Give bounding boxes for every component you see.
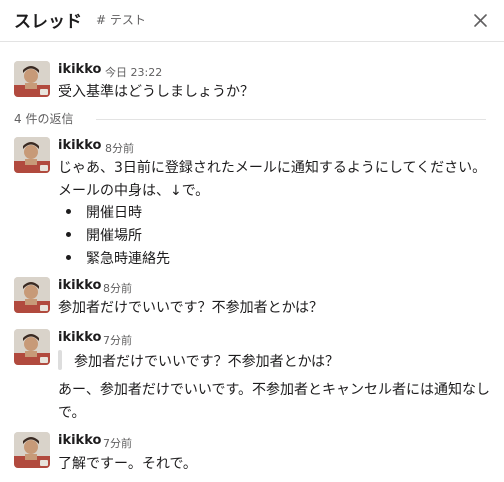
message-text: 参加者だけでいいです？不参加者とかは？ (58, 300, 324, 316)
timestamp[interactable]: 7分前 (103, 435, 132, 451)
list-item: 開催日時 (86, 205, 142, 221)
timestamp[interactable]: 7分前 (103, 332, 132, 348)
message-text: じゃあ、3日前に登録されたメールに通知するようにしてください。 (58, 160, 487, 176)
bullet-icon (66, 255, 71, 260)
message-text: 受入基準はどうしましょうか？ (58, 84, 254, 100)
avatar[interactable] (14, 137, 50, 173)
timestamp[interactable]: 今日 23:22 (105, 64, 162, 80)
author-name[interactable]: ikikko (58, 278, 101, 293)
timestamp[interactable]: 8分前 (103, 280, 132, 296)
quoted-text: 参加者だけでいいです？不参加者とかは？ (74, 354, 340, 370)
thread-header: スレッド # テスト (0, 0, 504, 42)
author-name[interactable]: ikikko (58, 62, 101, 77)
timestamp[interactable]: 8分前 (105, 140, 134, 156)
author-name[interactable]: ikikko (58, 330, 101, 345)
message-text: で。 (58, 405, 86, 421)
avatar[interactable] (14, 329, 50, 365)
list-item: 開催場所 (86, 228, 142, 244)
author-name[interactable]: ikikko (58, 138, 101, 153)
list-item: 緊急時連絡先 (86, 251, 170, 267)
quote-bar (58, 350, 62, 370)
author-name[interactable]: ikikko (58, 433, 101, 448)
message-text: あー、参加者だけでいいです。不参加者とキャンセル者には通知なし (58, 382, 491, 398)
bullet-icon (66, 209, 71, 214)
channel-name[interactable]: # テスト (96, 11, 146, 28)
thread-title: スレッド (14, 12, 82, 32)
reply-count: 4 件の返信 (14, 112, 74, 126)
avatar[interactable] (14, 277, 50, 313)
divider-line (96, 119, 486, 120)
close-icon[interactable] (466, 4, 494, 32)
avatar[interactable] (14, 61, 50, 97)
avatar[interactable] (14, 432, 50, 468)
message-text: 了解ですー。それで。 (58, 456, 197, 472)
bullet-icon (66, 232, 71, 237)
replies-divider: 4 件の返信 (0, 109, 504, 129)
message-text: メールの中身は、↓で。 (58, 183, 210, 199)
